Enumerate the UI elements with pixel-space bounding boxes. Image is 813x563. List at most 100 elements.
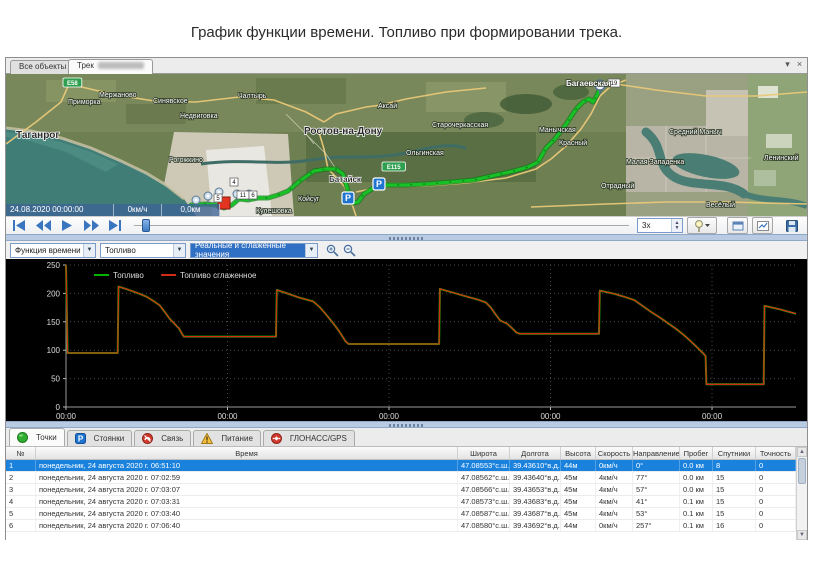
map-canvas[interactable]: PP4511619E58E115 ТаганрогПриморкаМержано… bbox=[6, 74, 807, 216]
point-number-badge: 4 bbox=[230, 178, 238, 186]
rewind-button[interactable] bbox=[32, 218, 54, 233]
chart-view-button[interactable] bbox=[752, 217, 773, 234]
svg-text:P: P bbox=[376, 179, 382, 189]
table-scrollbar[interactable]: ▲ ▼ bbox=[796, 447, 807, 540]
tab-power[interactable]: Питание bbox=[193, 430, 261, 446]
point-number-badge: 5 bbox=[214, 194, 222, 202]
column-header-пробег[interactable]: Пробег bbox=[680, 447, 713, 459]
tab-satellite[interactable]: ГЛОНАСС/GPS bbox=[263, 430, 355, 446]
table-cell: 44м bbox=[561, 460, 596, 471]
table-cell: понедельник, 24 августа 2020 г. 07:03:31 bbox=[36, 496, 458, 507]
chart-table-splitter[interactable] bbox=[6, 421, 807, 428]
map-chart-splitter[interactable] bbox=[6, 234, 807, 241]
parking-marker[interactable]: P bbox=[342, 192, 354, 204]
column-header-время[interactable]: Время bbox=[36, 447, 458, 459]
scroll-down-icon[interactable]: ▼ bbox=[797, 530, 807, 540]
map-label: Таганрог bbox=[16, 130, 60, 141]
table-cell: 47.08566°с.ш. bbox=[458, 484, 510, 495]
play-button[interactable] bbox=[56, 218, 78, 233]
column-header-долгота[interactable]: Долгота bbox=[510, 447, 561, 459]
table-row[interactable]: 1понедельник, 24 августа 2020 г. 06:51:1… bbox=[6, 460, 807, 472]
skip-end-button[interactable] bbox=[104, 218, 126, 233]
column-header-спутники[interactable]: Спутники bbox=[713, 447, 756, 459]
table-row[interactable]: 6понедельник, 24 августа 2020 г. 07:06:4… bbox=[6, 520, 807, 532]
panel-menu-arrow-icon[interactable]: ▾ bbox=[782, 59, 793, 70]
fast-forward-button[interactable] bbox=[80, 218, 102, 233]
column-header-скорость[interactable]: Скорость bbox=[596, 447, 633, 459]
table-cell: 45м bbox=[561, 496, 596, 507]
map-label: Ростов-на-Дону bbox=[304, 126, 383, 137]
table-cell: 0 bbox=[756, 520, 796, 531]
mode-select-value: Реальные и сглаженные значения bbox=[195, 241, 303, 259]
points-table: №ВремяШиротаДолготаВысотаСкоростьНаправл… bbox=[6, 447, 807, 540]
chevron-down-icon bbox=[704, 223, 711, 228]
tab-track-redacted-name bbox=[98, 62, 144, 69]
tab-points[interactable]: Точки bbox=[9, 428, 65, 446]
chevron-down-icon[interactable]: ▼ bbox=[173, 244, 185, 257]
save-button[interactable] bbox=[781, 218, 803, 233]
function-select-value: Функция времени bbox=[15, 246, 81, 255]
timeline-slider[interactable] bbox=[134, 218, 629, 233]
tab-track[interactable]: Трек bbox=[68, 59, 153, 74]
points-icon bbox=[17, 432, 32, 443]
table-cell: 0 bbox=[756, 460, 796, 471]
column-header-направление[interactable]: Направление bbox=[633, 447, 680, 459]
road-number-badge: E115 bbox=[382, 162, 405, 171]
svg-text:00:00: 00:00 bbox=[217, 412, 238, 421]
map-label: Манычская bbox=[539, 127, 576, 134]
legend-label: Топливо сглаженное bbox=[180, 271, 257, 280]
table-cell: понедельник, 24 августа 2020 г. 06:51:10 bbox=[36, 460, 458, 471]
status-speed: 0км/ч bbox=[114, 204, 162, 216]
table-cell: 39.43692°в.д. bbox=[510, 520, 561, 531]
zoom-out-icon[interactable] bbox=[343, 244, 356, 257]
column-header-num[interactable]: № bbox=[6, 447, 36, 459]
function-select[interactable]: Функция времени ▼ bbox=[10, 243, 96, 258]
table-cell: 57° bbox=[633, 484, 680, 495]
table-cell: 39.43610°в.д. bbox=[510, 460, 561, 471]
tab-all-objects[interactable]: Все объекты bbox=[10, 60, 75, 74]
column-header-точность[interactable]: Точность bbox=[756, 447, 796, 459]
point-number-badge: 11 bbox=[237, 191, 249, 199]
skip-start-button[interactable] bbox=[8, 218, 30, 233]
map-label: Приморка bbox=[68, 99, 101, 106]
chevron-down-icon[interactable]: ▼ bbox=[83, 244, 95, 257]
window-icon bbox=[732, 221, 744, 231]
table-cell: 41° bbox=[633, 496, 680, 507]
mode-select[interactable]: Реальные и сглаженные значения ▼ bbox=[190, 243, 318, 258]
svg-text:00:00: 00:00 bbox=[540, 412, 561, 421]
scroll-up-icon[interactable]: ▲ bbox=[797, 447, 807, 457]
table-cell: 0.0 км bbox=[680, 484, 713, 495]
show-markers-button[interactable] bbox=[687, 217, 717, 234]
chevron-down-icon[interactable]: ▼ bbox=[305, 244, 317, 257]
table-cell: 0км/ч bbox=[596, 520, 633, 531]
svg-text:00:00: 00:00 bbox=[379, 412, 400, 421]
column-header-широта[interactable]: Широта bbox=[458, 447, 510, 459]
fuel-chart[interactable]: 05010015020025000:0000:0000:0000:0000:00… bbox=[6, 259, 807, 421]
tab-connection[interactable]: Связь bbox=[134, 430, 191, 446]
spinner-arrows-icon[interactable]: ▲▼ bbox=[671, 219, 682, 232]
table-row[interactable]: 5понедельник, 24 августа 2020 г. 07:03:4… bbox=[6, 508, 807, 520]
table-cell: 45м bbox=[561, 508, 596, 519]
table-row[interactable]: 3понедельник, 24 августа 2020 г. 07:03:0… bbox=[6, 484, 807, 496]
table-header: №ВремяШиротаДолготаВысотаСкоростьНаправл… bbox=[6, 447, 807, 460]
timeline-thumb[interactable] bbox=[142, 219, 150, 232]
table-cell: 0.1 км bbox=[680, 496, 713, 507]
map-label: Кулешовка bbox=[256, 208, 292, 215]
table-body: 1понедельник, 24 августа 2020 г. 06:51:1… bbox=[6, 460, 807, 532]
playback-speed-spinner[interactable]: 3x ▲▼ bbox=[637, 218, 683, 233]
map-view[interactable]: PP4511619E58E115 ТаганрогПриморкаМержано… bbox=[6, 74, 807, 216]
table-cell: 0 bbox=[756, 496, 796, 507]
column-header-высота[interactable]: Высота bbox=[561, 447, 596, 459]
panel-close-icon[interactable]: × bbox=[794, 59, 805, 69]
parking-marker[interactable]: P bbox=[373, 178, 385, 190]
scroll-thumb[interactable] bbox=[798, 458, 806, 484]
parameter-select[interactable]: Топливо ▼ bbox=[100, 243, 186, 258]
tab-parking[interactable]: PСтоянки bbox=[67, 430, 133, 446]
svg-text:11: 11 bbox=[240, 193, 247, 199]
table-row[interactable]: 4понедельник, 24 августа 2020 г. 07:03:3… bbox=[6, 496, 807, 508]
table-cell: 3 bbox=[6, 484, 36, 495]
table-cell: 5 bbox=[6, 508, 36, 519]
zoom-in-icon[interactable] bbox=[326, 244, 339, 257]
fit-view-button[interactable] bbox=[727, 217, 748, 234]
table-row[interactable]: 2понедельник, 24 августа 2020 г. 07:02:5… bbox=[6, 472, 807, 484]
